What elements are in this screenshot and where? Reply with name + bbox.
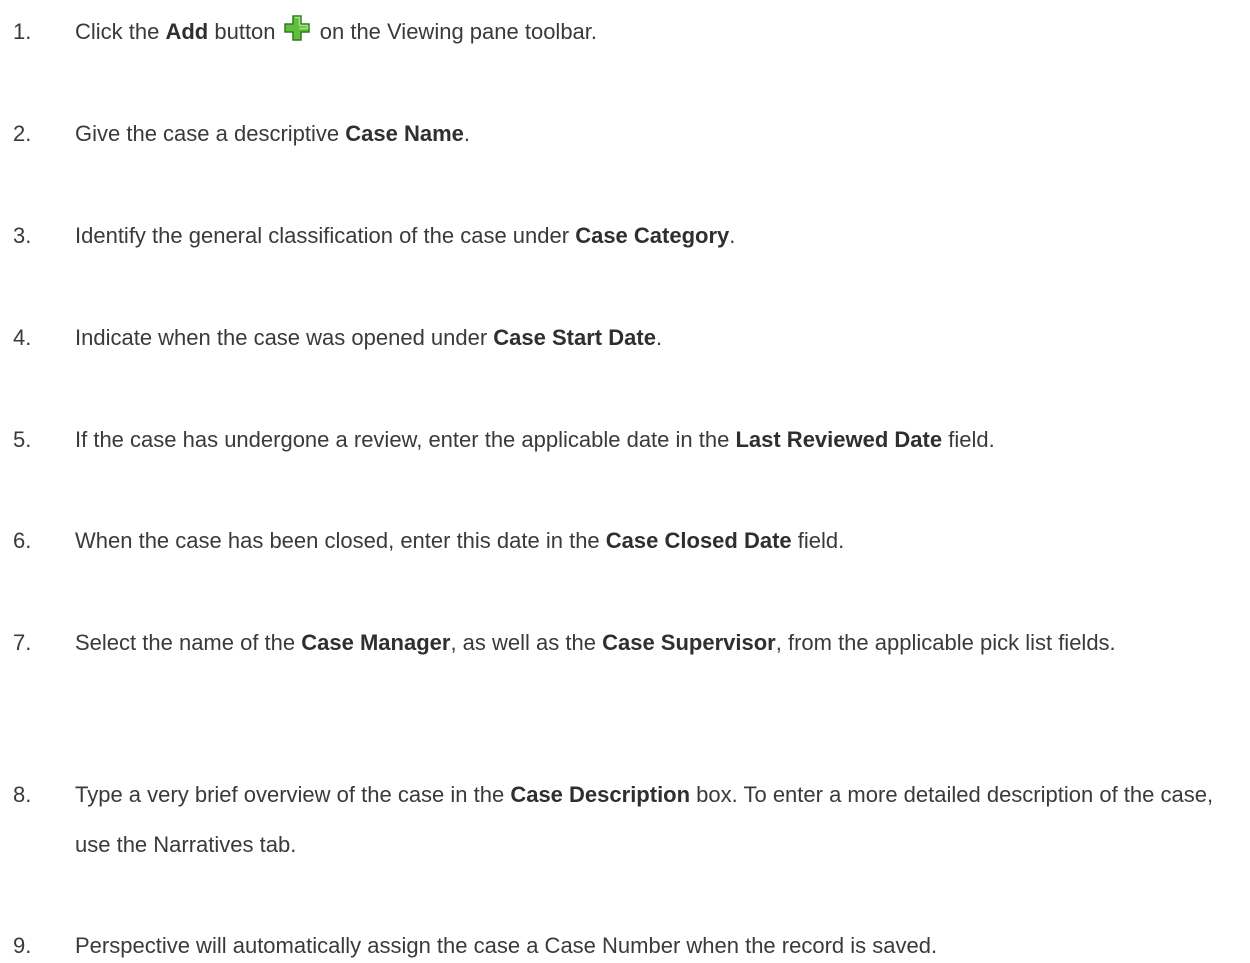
step-text: Give the case a descriptive Case Name.	[75, 121, 471, 146]
step-text: Identify the general classification of t…	[75, 223, 736, 248]
step-number: 6.	[13, 528, 32, 553]
step-text: Perspective will automatically assign th…	[75, 933, 938, 958]
step-text: Indicate when the case was opened under …	[75, 325, 663, 350]
step-text: If the case has undergone a review, ente…	[75, 427, 995, 452]
step-text: Type a very brief overview of the case i…	[75, 782, 1214, 857]
plus-icon	[283, 15, 310, 41]
step-number: 4.	[13, 325, 32, 350]
step-number: 5.	[13, 427, 32, 452]
step-number: 1.	[13, 19, 32, 44]
step-number: 7.	[13, 630, 32, 655]
step-number: 8.	[13, 782, 32, 807]
step-number: 2.	[13, 121, 32, 146]
step-number: 9.	[13, 933, 32, 958]
step-number: 3.	[13, 223, 32, 248]
step-text: When the case has been closed, enter thi…	[75, 528, 845, 553]
instruction-list: 1. Click the Add button on the Viewing p…	[0, 0, 1250, 960]
step-text: Click the Add button on the Viewing pane…	[75, 15, 1242, 49]
add-label: Add	[165, 19, 209, 44]
step-text: Select the name of the Case Manager, as …	[75, 630, 1116, 655]
